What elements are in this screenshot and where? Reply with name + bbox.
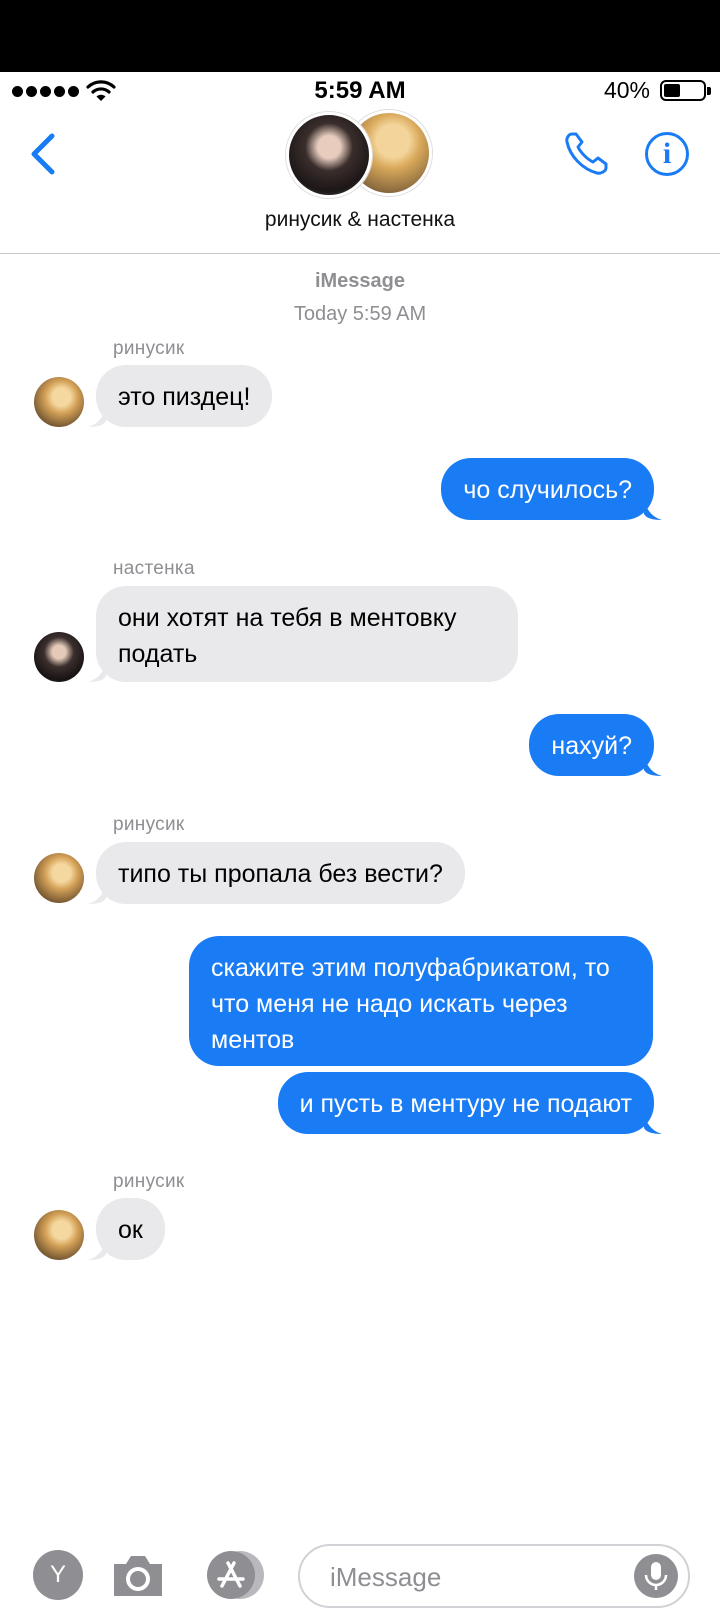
battery-percentage: 40% (603, 77, 650, 103)
sender-name: ринусик (113, 1171, 185, 1192)
incoming-message-bubble[interactable]: они хотят на тебя в ментовку подать (88, 586, 518, 682)
apps-icon[interactable]: Y (33, 1550, 83, 1600)
conversation-timestamp: Today 5:59 AM (293, 303, 427, 325)
battery-icon (660, 80, 711, 101)
service-label: iMessage (314, 270, 406, 292)
message-text: ок (118, 1216, 143, 1244)
sender-name: ринусик (113, 338, 185, 359)
info-icon[interactable]: i (645, 132, 689, 176)
avatar (286, 112, 372, 198)
microphone-icon[interactable] (634, 1554, 678, 1598)
message-input-placeholder: iMessage (330, 1562, 442, 1592)
avatar (34, 1210, 84, 1260)
outgoing-message-bubble[interactable]: нахуй? (529, 714, 662, 776)
outgoing-message-bubble[interactable]: чо случилось? (441, 458, 662, 520)
group-avatars[interactable] (286, 110, 434, 198)
incoming-message-bubble[interactable]: это пиздец! (88, 365, 273, 427)
sender-name: настенка (113, 558, 195, 579)
message-input[interactable]: iMessage (298, 1544, 690, 1608)
avatar (34, 853, 84, 903)
status-bar: 5:59 AM 40% (0, 72, 720, 112)
phone-icon[interactable] (562, 130, 610, 178)
conversation-title[interactable]: ринусик & настенка (0, 208, 720, 232)
outgoing-message-bubble[interactable]: скажите этим полуфабрикатом, то что меня… (189, 936, 653, 1066)
message-text: нахуй? (551, 732, 632, 760)
outgoing-message-bubble[interactable]: и пусть в ментуру не подают (277, 1072, 662, 1134)
incoming-message-bubble[interactable]: ок (88, 1198, 165, 1260)
app-store-icon[interactable] (205, 1550, 265, 1600)
message-text: и пусть в ментуру не подают (299, 1090, 632, 1118)
avatar (34, 632, 84, 682)
sender-name: ринусик (113, 814, 185, 835)
message-text: они хотят на тебя в ментовку подать (118, 604, 457, 668)
message-text: это пиздец! (118, 383, 251, 411)
message-composer: Y iMessage (0, 1536, 720, 1612)
message-text: чо случилось? (463, 476, 632, 504)
avatar (34, 377, 84, 427)
message-text: типо ты пропала без вести? (118, 860, 443, 888)
chevron-left-icon[interactable] (28, 130, 58, 178)
incoming-message-bubble[interactable]: типо ты пропала без вести? (88, 842, 465, 904)
top-black-bar (0, 0, 720, 72)
camera-icon[interactable] (110, 1550, 166, 1600)
message-text: скажите этим полуфабрикатом, то что меня… (211, 954, 610, 1054)
conversation-header: ринусик & настенка i (0, 110, 720, 254)
